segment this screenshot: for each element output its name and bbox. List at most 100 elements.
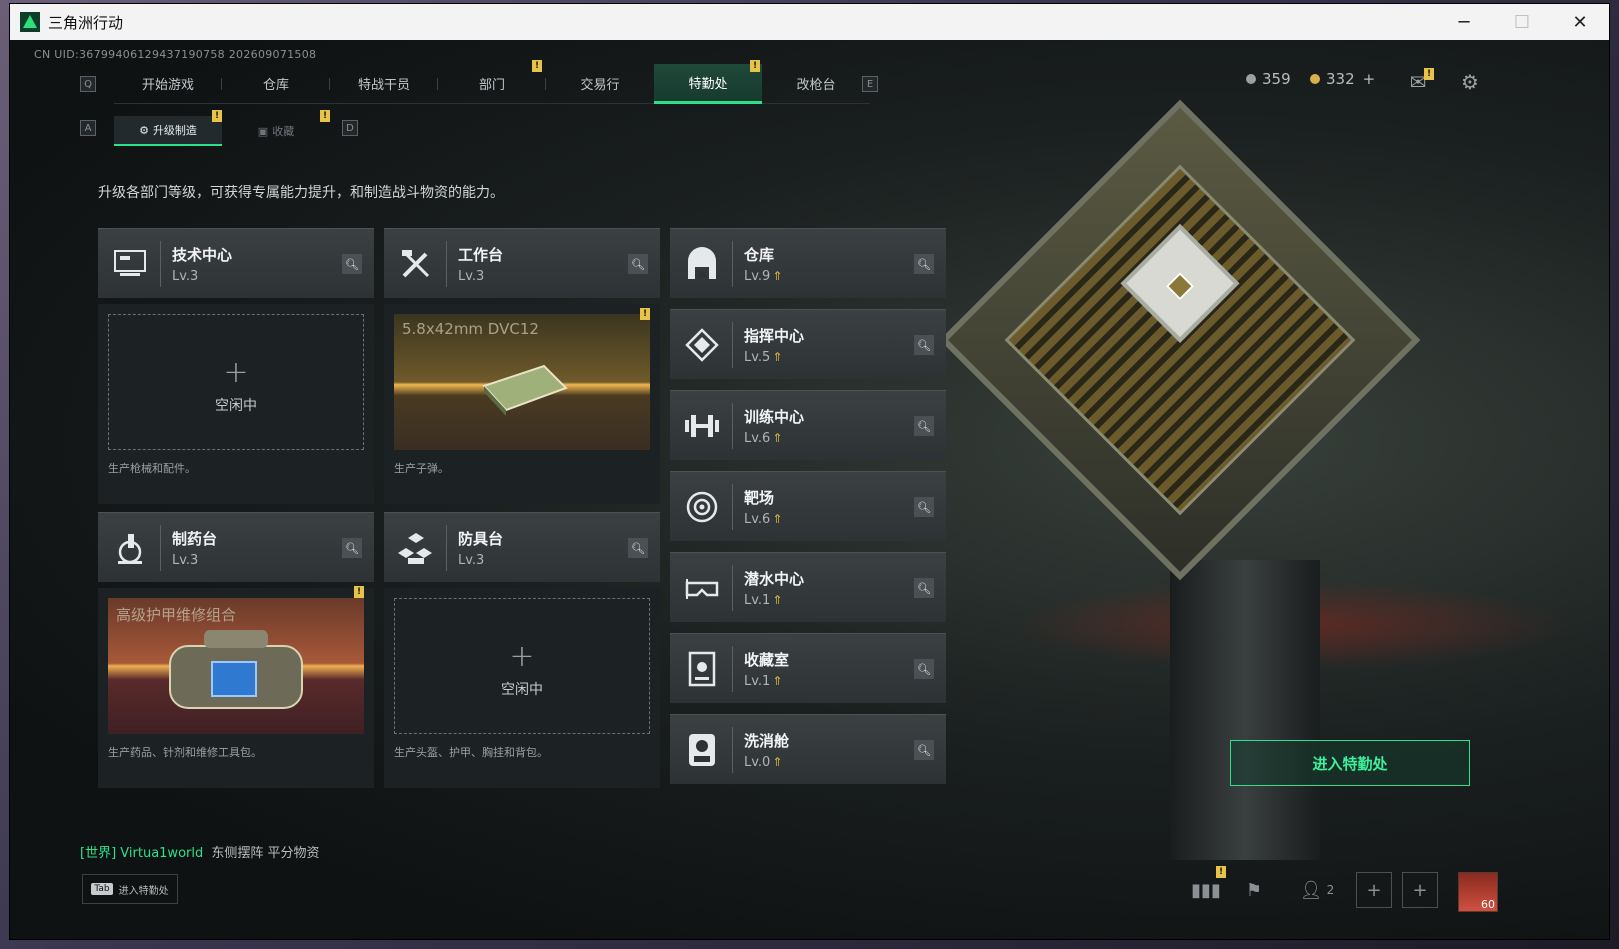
level-text: Lv.1	[744, 593, 771, 608]
chat-message: 东侧摆阵 平分物资	[211, 846, 320, 861]
divider	[160, 525, 161, 571]
tab-label: 仓库	[262, 78, 289, 93]
slot-state: 空闲中	[215, 398, 257, 414]
tab-operators[interactable]: 特战干员	[330, 64, 438, 104]
main-nav: 开始游戏 仓库 特战干员 部门! 交易行 特勤处! 改枪台	[114, 59, 870, 104]
notice-badge: !	[212, 110, 222, 122]
tab-gunsmith[interactable]: 改枪台	[762, 64, 870, 104]
search-icon[interactable]: 🔍︎	[342, 254, 362, 274]
search-icon[interactable]: 🔍︎	[914, 578, 934, 598]
close-button[interactable]: ✕	[1551, 4, 1609, 40]
level-text: Lv.9	[744, 269, 771, 284]
production-slot-item[interactable]: 5.8x42mm DVC12	[394, 314, 650, 450]
upgrade-arrow-icon: ⇑	[772, 431, 783, 445]
facility-level: Lv.1 ⇑	[744, 674, 782, 689]
friends-icon: 👤︎	[1299, 879, 1323, 901]
friends-button[interactable]: 👤︎ 2	[1292, 872, 1342, 908]
chat-line[interactable]: [世界] Virtua1world 东侧摆阵 平分物资	[80, 842, 320, 861]
subtab-collection[interactable]: ▣ 收藏 !	[222, 110, 330, 146]
search-icon[interactable]: 🔍︎	[342, 538, 362, 558]
tab-key: Tab	[91, 883, 113, 895]
window-controls: ─ ☐ ✕	[1435, 4, 1609, 40]
station-level: Lv.3	[172, 553, 199, 568]
craft-icon: ⚙	[139, 123, 149, 137]
notice-badge: !	[320, 110, 330, 122]
subnav-prev-key[interactable]: A	[80, 120, 96, 136]
upgrade-arrow-icon: ⇑	[772, 755, 783, 769]
tab-label: 特战干员	[357, 78, 410, 93]
add-currency-button[interactable]: +	[1363, 70, 1376, 88]
collection-icon: ▣	[257, 124, 269, 138]
tab-label: 特勤处	[688, 76, 728, 92]
search-icon[interactable]: 🔍︎	[914, 740, 934, 760]
upgrade-arrow-icon: ⇑	[772, 512, 783, 526]
enter-special-ops-button[interactable]: 进入特勤处	[1230, 740, 1470, 786]
tab-label: 开始游戏	[141, 78, 194, 93]
facility-name: 仓库	[744, 246, 775, 264]
station-name: 工作台	[458, 246, 504, 264]
facility-collection-room[interactable]: 收藏室 Lv.1 ⇑ 🔍︎	[670, 633, 946, 703]
warehouse-icon	[682, 244, 722, 284]
nav-next-key[interactable]: E	[862, 76, 878, 92]
station-level: Lv.3	[172, 269, 199, 284]
tab-hint-button[interactable]: Tab 进入特勤处	[82, 874, 178, 904]
decon-icon	[682, 730, 722, 770]
facility-level: Lv.9 ⇑	[744, 269, 782, 284]
production-slot-item[interactable]: 高级护甲维修组合	[108, 598, 364, 734]
workstation-pharmacy[interactable]: 制药台 Lv.3 🔍︎	[98, 512, 374, 582]
target-icon	[682, 487, 722, 527]
search-icon[interactable]: 🔍︎	[628, 538, 648, 558]
station-description: 生产枪械和配件。	[108, 462, 196, 475]
search-icon[interactable]: 🔍︎	[914, 659, 934, 679]
microscope-icon	[110, 528, 150, 568]
nav-prev-key[interactable]: Q	[80, 76, 96, 92]
divider	[732, 484, 733, 530]
search-icon[interactable]: 🔍︎	[914, 254, 934, 274]
station-level: Lv.3	[458, 553, 485, 568]
facility-shooting-range[interactable]: 靶场 Lv.6 ⇑ 🔍︎	[670, 471, 946, 541]
facility-name: 靶场	[744, 489, 775, 507]
chat-sender: Virtua1world	[120, 846, 204, 861]
search-icon[interactable]: 🔍︎	[628, 254, 648, 274]
add-teammate-button-1[interactable]: +	[1356, 872, 1392, 908]
search-icon[interactable]: 🔍︎	[914, 497, 934, 517]
flag-icon[interactable]: ⚑	[1236, 872, 1272, 908]
currency-silver: 359	[1246, 70, 1291, 88]
search-icon[interactable]: 🔍︎	[914, 416, 934, 436]
divider	[446, 525, 447, 571]
add-teammate-button-2[interactable]: +	[1402, 872, 1438, 908]
notice-badge: !	[1216, 866, 1226, 878]
production-slot-empty[interactable]: + 空闲中	[394, 598, 650, 734]
facility-training-center[interactable]: 训练中心 Lv.6 ⇑ 🔍︎	[670, 390, 946, 460]
production-slot-empty[interactable]: + 空闲中	[108, 314, 364, 450]
settings-gear-icon[interactable]: ⚙	[1458, 70, 1482, 94]
facility-diving-center[interactable]: 潜水中心 Lv.1 ⇑ 🔍︎	[670, 552, 946, 622]
facility-command-center[interactable]: 指挥中心 Lv.5 ⇑ 🔍︎	[670, 309, 946, 379]
repair-kit-bag-icon	[169, 630, 303, 709]
window-title: 三角洲行动	[48, 13, 124, 32]
facility-warehouse[interactable]: 仓库 Lv.9 ⇑ 🔍︎	[670, 228, 946, 298]
subtab-label: 收藏	[272, 125, 295, 138]
facility-level: Lv.0 ⇑	[744, 755, 782, 770]
facility-name: 训练中心	[744, 408, 805, 426]
facility-decon-chamber[interactable]: 洗消舱 Lv.0 ⇑ 🔍︎	[670, 714, 946, 784]
tab-market[interactable]: 交易行	[546, 64, 654, 104]
tab-department[interactable]: 部门!	[438, 59, 546, 104]
minimize-button[interactable]: ─	[1435, 4, 1493, 40]
player-avatar[interactable]: 60	[1458, 872, 1498, 912]
tab-start-game[interactable]: 开始游戏	[114, 64, 222, 104]
tab-warehouse[interactable]: 仓库	[222, 64, 330, 104]
collection-icon	[682, 649, 722, 689]
tab-special-ops[interactable]: 特勤处!	[654, 59, 762, 104]
add-icon: +	[509, 639, 535, 674]
workstation-tech-center[interactable]: 技术中心 Lv.3 🔍︎	[98, 228, 374, 298]
tab-label: 部门	[478, 78, 505, 93]
facility-level: Lv.6 ⇑	[744, 431, 782, 446]
workstation-armor-bench[interactable]: 防具台 Lv.3 🔍︎	[384, 512, 660, 582]
workstation-workbench[interactable]: 工作台 Lv.3 🔍︎	[384, 228, 660, 298]
armor-blocks-icon	[396, 528, 436, 568]
subnav-next-key[interactable]: D	[342, 120, 358, 136]
maximize-button[interactable]: ☐	[1493, 4, 1551, 40]
search-icon[interactable]: 🔍︎	[914, 335, 934, 355]
subtab-upgrade-craft[interactable]: ⚙ 升级制造 !	[114, 110, 222, 146]
